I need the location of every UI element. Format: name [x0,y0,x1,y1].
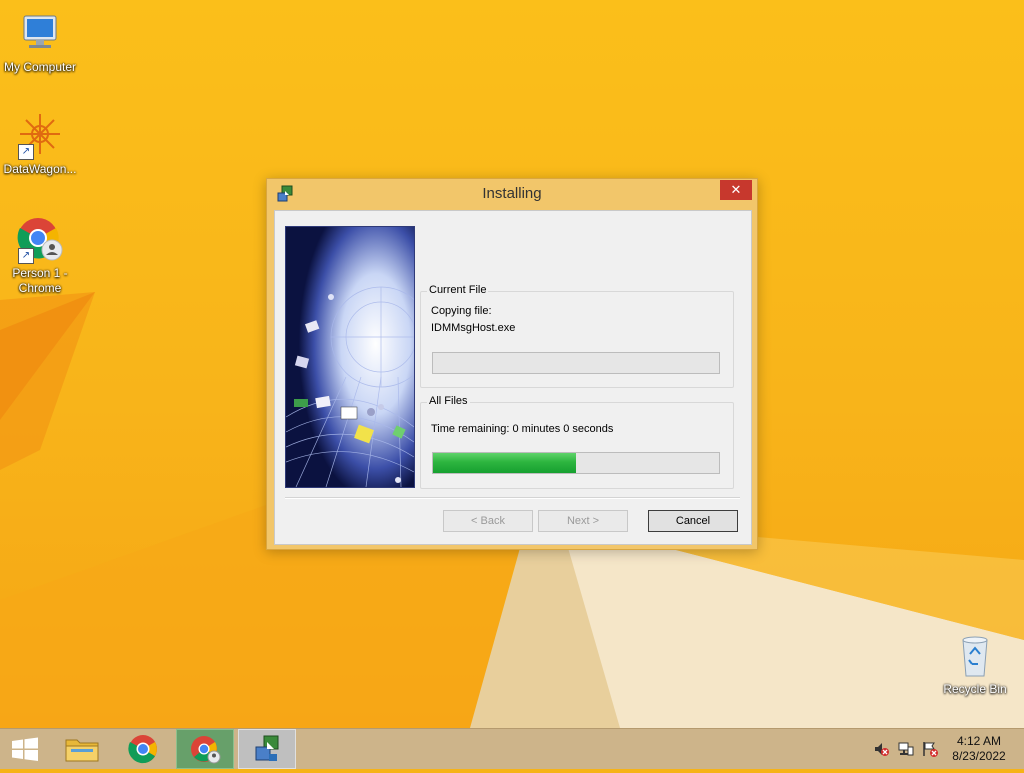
desktop: My Computer ↗ DataWagon... ↗ Person 1 - … [0,0,1024,728]
action-center-flag-icon[interactable] [922,741,938,757]
dialog-separator [285,497,740,499]
next-button[interactable]: Next > [538,510,628,532]
cancel-button[interactable]: Cancel [648,510,738,532]
shortcut-arrow-icon: ↗ [18,144,34,160]
shortcut-arrow-icon: ↗ [18,248,34,264]
taskbar-file-explorer[interactable] [53,729,111,769]
computer-icon [16,10,64,58]
current-file-group: Current File Copying file: IDMMsgHost.ex… [420,284,734,388]
volume-muted-icon[interactable] [873,741,889,757]
dialog-client-area: Current File Copying file: IDMMsgHost.ex… [274,210,752,545]
dialog-titlebar[interactable]: Installing ✕ [267,179,757,209]
taskbar: 4:12 AM 8/23/2022 [0,728,1024,769]
all-files-group-label: All Files [427,395,470,407]
installer-banner-image [285,226,432,488]
all-files-progress-fill [433,453,576,473]
dialog-title: Installing [482,185,542,202]
chrome-person-icon: ↗ [16,216,64,264]
desktop-icon-datawagon[interactable]: ↗ DataWagon... [0,112,80,177]
taskbar-installer[interactable] [238,729,296,769]
desktop-icon-chrome-person[interactable]: ↗ Person 1 - Chrome [0,216,80,296]
current-file-group-label: Current File [427,284,489,296]
recycle-bin-icon [951,632,999,680]
back-button[interactable]: < Back [443,510,533,532]
installing-dialog: Installing ✕ Current File Copying file: … [266,178,758,550]
desktop-icon-my-computer[interactable]: My Computer [0,10,80,75]
datawagon-icon: ↗ [16,112,64,160]
chrome-icon [128,735,157,764]
desktop-icon-recycle-bin[interactable]: Recycle Bin [935,632,1015,697]
folder-icon [65,739,99,762]
windows-logo-icon [12,737,38,761]
start-button[interactable] [0,729,58,769]
current-filename: IDMMsgHost.exe [431,322,516,334]
installer-icon [255,735,279,761]
chrome-person-icon [191,736,221,764]
all-files-group: All Files Time remaining: 0 minutes 0 se… [420,395,734,489]
time-remaining-text: Time remaining: 0 minutes 0 seconds [431,423,614,435]
current-file-progress-bar [432,352,720,374]
taskbar-chrome[interactable] [114,729,172,769]
desktop-icon-label: My Computer [3,60,77,74]
close-button[interactable]: ✕ [720,180,752,200]
clock-date: 8/23/2022 [952,749,1006,763]
desktop-icon-label: Recycle Bin [943,682,1007,696]
desktop-icon-label: Person 1 - Chrome [12,266,68,295]
clock-time: 4:12 AM [956,734,1002,748]
taskbar-chrome-person[interactable] [176,729,234,769]
all-files-progress-bar [432,452,720,474]
copying-status-text: Copying file: [431,305,492,317]
taskbar-clock[interactable]: 4:12 AM 8/23/2022 [944,734,1014,764]
network-icon[interactable] [898,741,914,757]
desktop-icon-label: DataWagon... [3,162,77,176]
